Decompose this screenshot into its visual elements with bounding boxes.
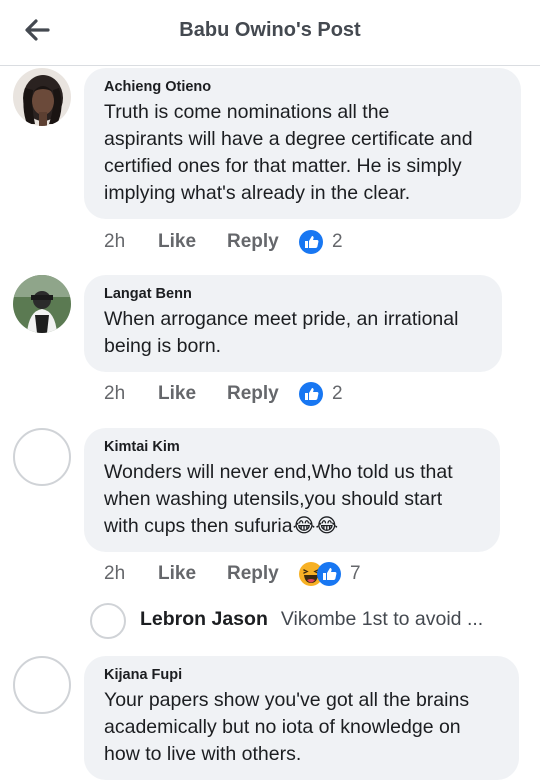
reply-author[interactable]: Lebron Jason [140,608,268,631]
avatar[interactable] [90,603,126,639]
comment-timestamp[interactable]: 2h [104,563,158,585]
comment-text: Wonders will never end,Who told us that … [104,461,453,537]
comment-bubble: Kijana Fupi Your papers show you've got … [84,656,519,780]
comment-actions: 2h Like Reply 7 [104,561,361,587]
reply-snippet: Vikombe 1st to avoid ... [280,608,484,630]
comment-bubble: Achieng Otieno Truth is come nominations… [84,68,521,219]
like-reaction-icon [317,562,341,586]
comment-author[interactable]: Achieng Otieno [104,79,501,95]
comment-actions: 2h Like Reply 2 [104,381,343,407]
like-button[interactable]: Like [158,231,227,253]
reactions-summary[interactable]: 7 [299,562,361,586]
avatar[interactable] [13,656,71,714]
comment-bubble: Kimtai Kim Wonders will never end,Who to… [84,428,500,552]
reply-button[interactable]: Reply [227,563,299,585]
comment-author[interactable]: Kimtai Kim [104,439,480,455]
comment-author[interactable]: Kijana Fupi [104,667,499,683]
reactions-summary[interactable]: 2 [299,230,343,254]
avatar[interactable] [13,428,71,486]
avatar[interactable] [13,275,71,333]
like-button[interactable]: Like [158,383,227,405]
reply-button[interactable]: Reply [227,231,299,253]
comment-bubble: Langat Benn When arrogance meet pride, a… [84,275,502,372]
reply-button[interactable]: Reply [227,383,299,405]
like-reaction-icon [299,230,323,254]
comment-author[interactable]: Langat Benn [104,286,482,302]
post-header: Babu Owino's Post [0,0,540,66]
reaction-count: 2 [332,383,343,404]
comment-text: Your papers show you've got all the brai… [104,689,470,765]
comment-actions: 2h Like Reply 2 [104,229,343,255]
reaction-count: 7 [350,563,361,584]
comment-timestamp[interactable]: 2h [104,383,158,405]
page-title: Babu Owino's Post [179,19,361,41]
reactions-summary[interactable]: 2 [299,382,343,406]
comment-text: When arrogance meet pride, an irrational… [104,308,459,357]
reply-preview[interactable]: Lebron Jason Vikombe 1st to avoid ... [140,608,483,631]
like-reaction-icon [299,382,323,406]
comment-timestamp[interactable]: 2h [104,231,158,253]
reaction-count: 2 [332,231,343,252]
avatar[interactable] [13,68,71,126]
like-button[interactable]: Like [158,563,227,585]
comment-text: Truth is come nominations all the aspira… [104,101,473,204]
